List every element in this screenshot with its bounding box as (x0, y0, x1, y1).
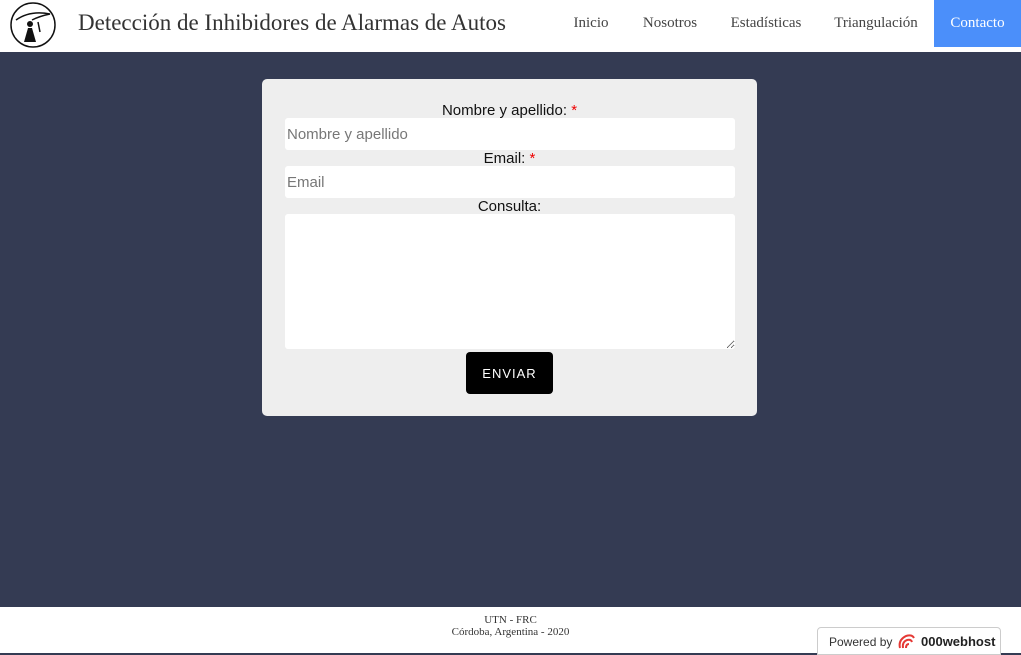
nav-contacto[interactable]: Contacto (934, 0, 1021, 47)
site-title: Detección de Inhibidores de Alarmas de A… (78, 10, 506, 35)
required-marker: * (529, 150, 536, 167)
contact-form: Nombre y apellido: * Email: * Consulta: … (262, 79, 757, 416)
name-input[interactable] (285, 118, 735, 150)
footer-line-1: UTN - FRC (484, 614, 537, 626)
nav-triangulacion[interactable]: Triangulación (827, 0, 925, 47)
email-input[interactable] (285, 166, 735, 198)
required-marker: * (571, 102, 578, 119)
name-label-text: Nombre y apellido: (441, 102, 568, 119)
powered-by-text: Powered by (829, 635, 893, 649)
email-label-text: Email: (483, 150, 526, 167)
name-label: Nombre y apellido: * (262, 102, 757, 119)
nav-estadisticas[interactable]: Estadísticas (722, 0, 810, 47)
send-button[interactable]: ENVIAR (466, 352, 553, 394)
message-textarea[interactable] (285, 214, 735, 349)
message-label: Consulta: (477, 198, 542, 215)
webhost-logo-icon (898, 634, 915, 649)
alarm-logo-icon[interactable] (10, 2, 56, 48)
top-navbar: Detección de Inhibidores de Alarmas de A… (0, 0, 1021, 52)
nav-nosotros[interactable]: Nosotros (636, 0, 704, 47)
webhost-brand-text: 000webhost (921, 634, 996, 649)
nav-inicio[interactable]: Inicio (565, 0, 617, 47)
hosting-badge[interactable]: Powered by 000webhost (817, 627, 1001, 655)
email-label: Email: * (262, 150, 757, 167)
